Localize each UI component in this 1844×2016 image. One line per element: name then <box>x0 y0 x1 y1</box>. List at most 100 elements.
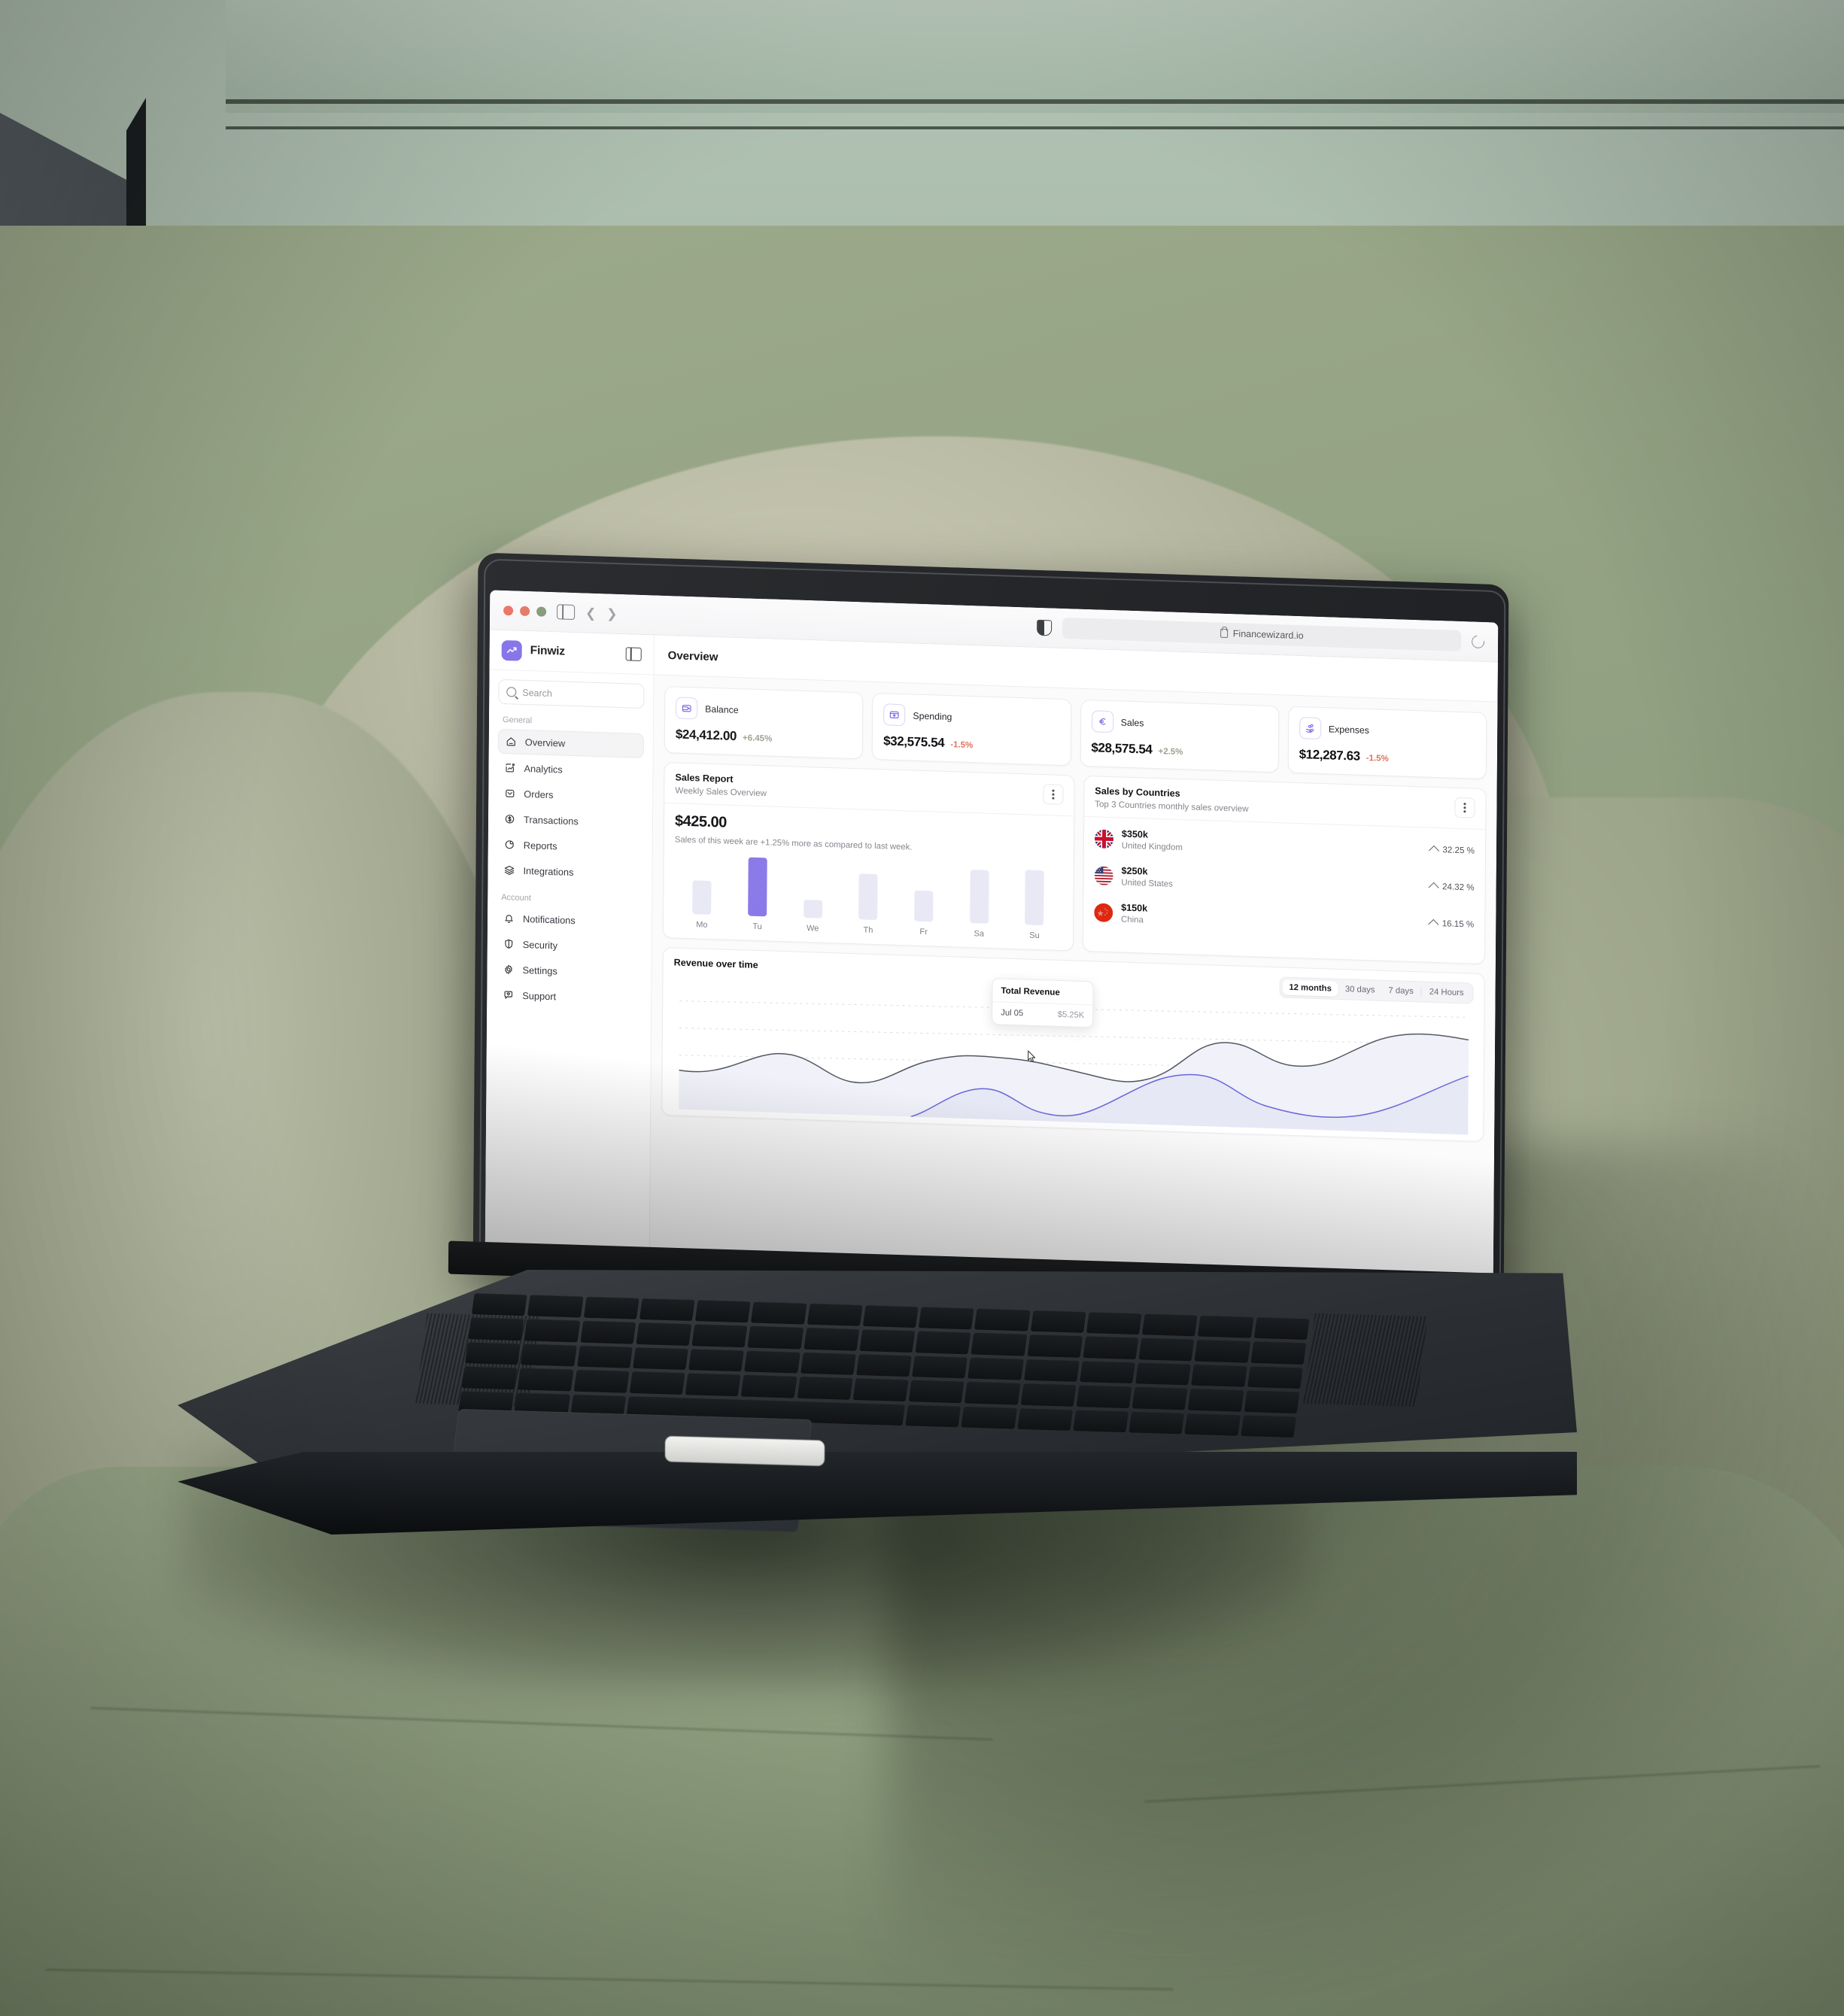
bar[interactable] <box>803 900 823 918</box>
hand-coins-icon <box>1299 717 1322 740</box>
search-icon <box>506 687 517 697</box>
page-title: Overview <box>667 648 718 663</box>
country-amount: $250k <box>1121 865 1148 877</box>
support-icon <box>503 989 514 1000</box>
sidebar-item-label: Transactions <box>523 813 579 827</box>
weekly-sales-bar-chart: Mo Tu We Th Fr Sa Su <box>674 855 1063 941</box>
range-7-days[interactable]: 7 days <box>1381 983 1420 1000</box>
time-range-selector[interactable]: 12 months 30 days 7 days 24 Hours <box>1279 976 1474 1004</box>
stat-label: Sales <box>1120 716 1144 728</box>
url-text: Financewizard.io <box>1232 628 1304 642</box>
country-change-value: 24.32 % <box>1442 882 1475 893</box>
bar-group: Su <box>1007 866 1062 941</box>
inbox-icon <box>504 788 515 799</box>
close-icon[interactable] <box>503 605 514 615</box>
stat-label: Spending <box>913 710 952 722</box>
mid-row: Sales Report Weekly Sales Overview $425.… <box>662 761 1487 965</box>
stat-card-balance[interactable]: Balance $24,412.00 +6.45% <box>664 685 864 760</box>
country-name: United States <box>1121 878 1173 889</box>
us-flag-icon <box>1094 866 1113 886</box>
kebab-menu-icon[interactable] <box>1043 784 1064 806</box>
stat-delta: +2.5% <box>1158 747 1183 758</box>
trending-up-icon <box>501 639 522 661</box>
sales-report-card: Sales Report Weekly Sales Overview $425.… <box>662 761 1075 952</box>
analytics-icon <box>504 762 515 773</box>
back-icon[interactable]: ❮ <box>585 606 596 620</box>
shield-icon[interactable] <box>1037 619 1053 636</box>
maximize-icon[interactable] <box>536 606 547 617</box>
sidebar-item-label: Integrations <box>523 864 574 879</box>
countries-subtitle: Top 3 Countries monthly sales overview <box>1095 799 1249 814</box>
bar-group: Sa <box>951 864 1007 939</box>
kebab-menu-icon[interactable] <box>1454 797 1475 818</box>
tooltip-value: $5.25K <box>1057 1010 1085 1020</box>
window-controls[interactable] <box>503 605 547 617</box>
country-amount: $150k <box>1121 902 1148 914</box>
euro-icon <box>1091 710 1113 733</box>
stat-card-sales[interactable]: Sales $28,575.54 +2.5% <box>1080 699 1280 773</box>
divider <box>1420 987 1422 997</box>
sidebar-item-reports[interactable]: Reports <box>497 833 643 861</box>
speaker-grill-right <box>1303 1313 1428 1407</box>
stat-card-spending[interactable]: Spending $32,575.54 -1.5% <box>871 692 1071 767</box>
country-name: United Kingdom <box>1121 841 1183 853</box>
sidebar-item-overview[interactable]: Overview <box>497 728 644 759</box>
bar[interactable] <box>1025 870 1045 926</box>
sidebar-item-support[interactable]: Support <box>496 983 642 1011</box>
sidebar-item-notifications[interactable]: Notifications <box>497 906 643 934</box>
sidebar-item-integrations[interactable]: Integrations <box>497 858 643 886</box>
stat-value: $12,287.63 <box>1299 747 1360 764</box>
stat-card-expenses[interactable]: Expenses $12,287.63 -1.5% <box>1287 706 1487 780</box>
sidebar-item-analytics[interactable]: Analytics <box>497 756 643 784</box>
bar-label: Th <box>863 925 873 935</box>
address-bar[interactable]: Financewizard.io <box>1062 617 1462 651</box>
bell-icon <box>503 912 515 924</box>
bar-label: Sa <box>974 929 985 939</box>
sidebar-item-label: Settings <box>522 964 557 977</box>
laptop: ❮ ❯ Financewizard.io Finwiz Search Gener… <box>0 0 1844 2016</box>
bar-group: Tu <box>730 857 785 932</box>
sidebar-body: Search General Overview Analytics Orders… <box>487 669 653 1013</box>
range-12-months[interactable]: 12 months <box>1282 979 1338 997</box>
country-change: 16.15 % <box>1428 918 1475 930</box>
laptop-front-notch <box>664 1436 825 1466</box>
app-root: Finwiz Search General Overview Analytics… <box>485 630 1498 1285</box>
reload-icon[interactable] <box>1469 632 1487 651</box>
bar[interactable] <box>914 890 934 922</box>
browser-sidebar-toggle-icon[interactable] <box>557 604 576 621</box>
stat-label: Expenses <box>1328 723 1370 736</box>
sidebar-collapse-icon[interactable] <box>625 647 642 661</box>
sales-by-countries-card: Sales by Countries Top 3 Countries month… <box>1082 775 1487 965</box>
stat-delta: +6.45% <box>742 733 773 744</box>
forward-icon[interactable]: ❯ <box>606 606 617 621</box>
sidebar-item-settings[interactable]: Settings <box>496 958 642 985</box>
laptop-screen: ❮ ❯ Financewizard.io Finwiz Search Gener… <box>485 590 1499 1285</box>
revenue-over-time-card: Revenue over time 12 months 30 days 7 da… <box>661 946 1485 1143</box>
bar[interactable] <box>969 870 989 924</box>
bar[interactable] <box>692 880 712 915</box>
sidebar-item-transactions[interactable]: Transactions <box>497 807 643 835</box>
pie-chart-icon <box>504 839 515 850</box>
bar-group: Fr <box>896 862 952 937</box>
stat-value: $28,575.54 <box>1091 740 1153 757</box>
sales-report-title: Sales Report <box>675 772 734 785</box>
sidebar: Finwiz Search General Overview Analytics… <box>485 630 655 1258</box>
bar[interactable] <box>748 857 767 917</box>
search-input[interactable]: Search <box>498 679 645 709</box>
sidebar-item-security[interactable]: Security <box>497 932 643 960</box>
dollar-circle-icon <box>504 813 515 824</box>
sidebar-item-orders[interactable]: Orders <box>497 782 643 809</box>
sidebar-item-label: Orders <box>524 788 554 801</box>
bar[interactable] <box>858 873 878 921</box>
minimize-icon[interactable] <box>520 606 530 616</box>
bar-group: Th <box>840 861 896 936</box>
dashboard-body: Balance $24,412.00 +6.45% Spending $32,5… <box>651 675 1497 1152</box>
bar-label: We <box>807 924 819 934</box>
range-30-days[interactable]: 30 days <box>1338 982 1382 998</box>
home-icon <box>506 736 517 747</box>
range-24-hours[interactable]: 24 Hours <box>1423 984 1471 1000</box>
bar-label: Tu <box>752 921 762 932</box>
country-change-value: 16.15 % <box>1441 918 1475 930</box>
sidebar-item-label: Notifications <box>522 912 576 927</box>
sales-report-subtitle: Weekly Sales Overview <box>675 785 767 799</box>
